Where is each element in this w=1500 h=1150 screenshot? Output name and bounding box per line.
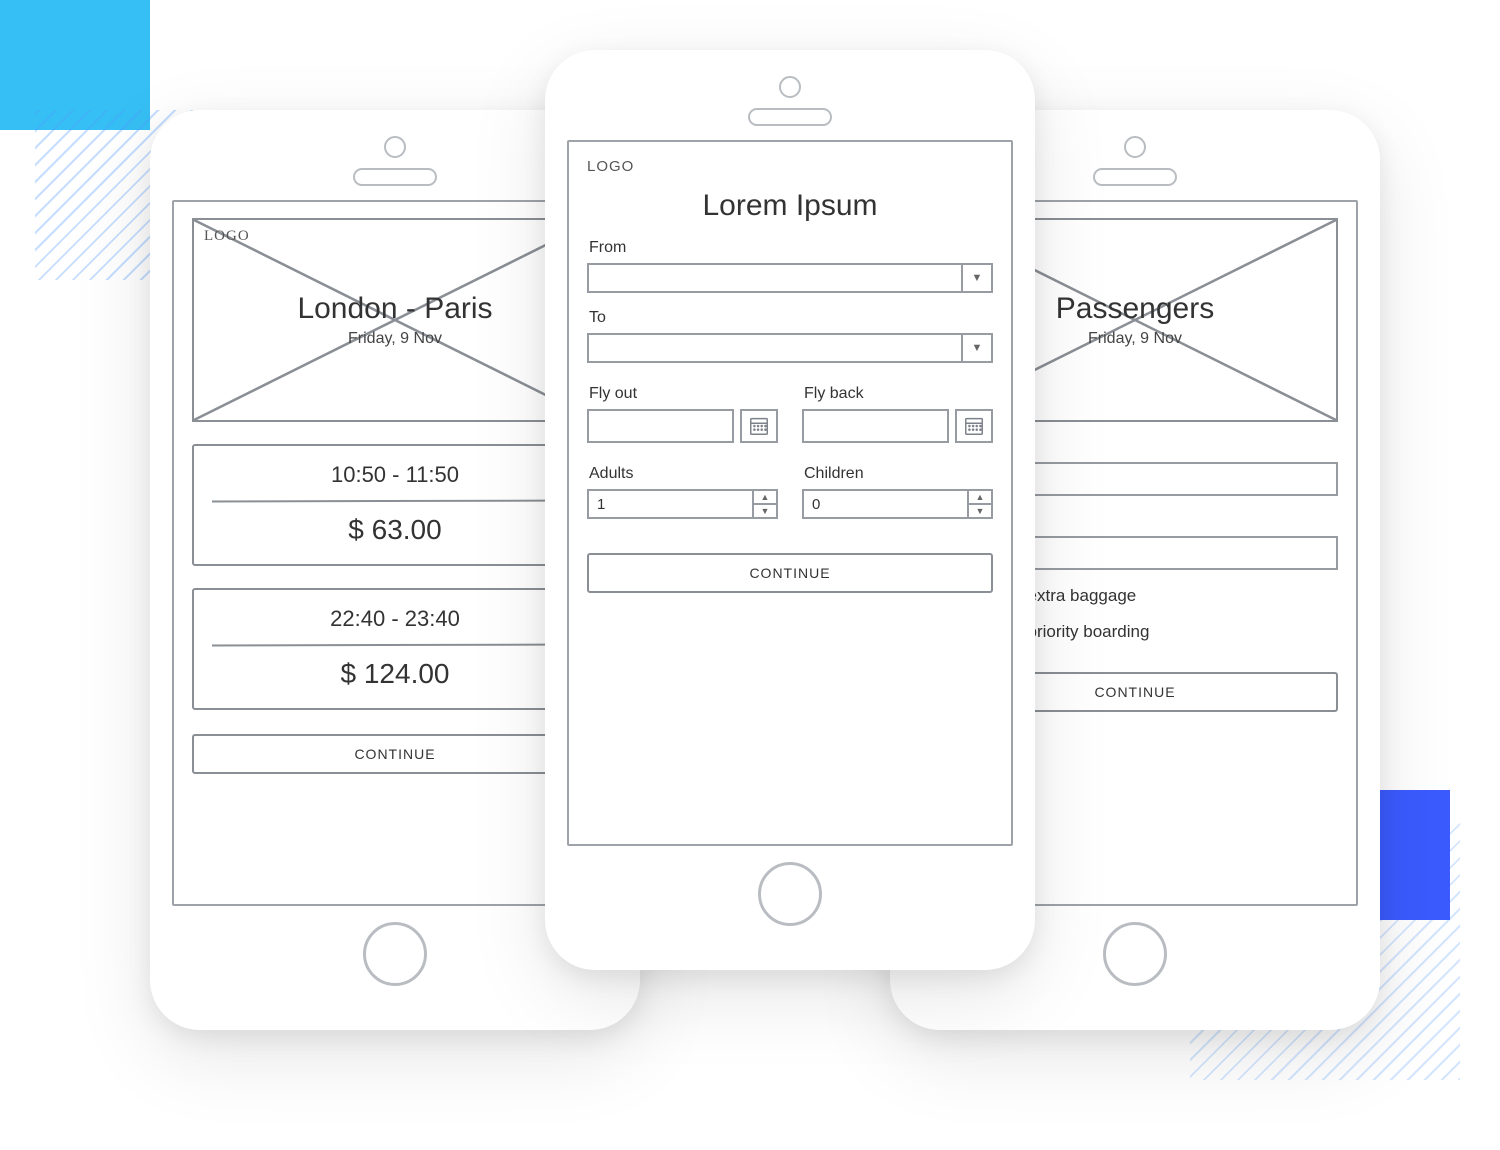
chevron-down-icon: ▼ [961, 333, 993, 363]
flyout-date-field[interactable] [587, 409, 778, 443]
calendar-icon[interactable] [740, 409, 778, 443]
date-subtitle: Friday, 9 Nov [1088, 330, 1182, 348]
device-speaker-icon [353, 168, 437, 186]
chevron-down-icon[interactable]: ▼ [969, 503, 991, 517]
flight-option-1[interactable]: 10:50 - 11:50 $ 63.00 [192, 444, 598, 566]
chevron-up-icon[interactable]: ▲ [969, 491, 991, 503]
calendar-icon[interactable] [955, 409, 993, 443]
flight-option-2[interactable]: 22:40 - 23:40 $ 124.00 [192, 588, 598, 710]
device-speaker-icon [748, 108, 832, 126]
phone-search: LOGO Lorem Ipsum From ▼ To ▼ Fly out [545, 50, 1035, 970]
device-speaker-icon [1093, 168, 1177, 186]
logo-text: LOGO [587, 158, 993, 175]
adults-value: 1 [587, 489, 752, 519]
flight-option-price: $ 63.00 [212, 514, 578, 546]
adults-label: Adults [589, 465, 778, 483]
flight-option-price: $ 124.00 [212, 658, 578, 690]
to-dropdown[interactable]: ▼ [587, 333, 993, 363]
device-camera-icon [779, 76, 801, 98]
flyback-label: Fly back [804, 385, 993, 403]
children-stepper[interactable]: 0 ▲▼ [802, 489, 993, 519]
chevron-down-icon[interactable]: ▼ [754, 503, 776, 517]
header-image-placeholder: LOGO London - Paris Friday, 9 Nov [192, 218, 598, 422]
chevron-down-icon: ▼ [961, 263, 993, 293]
route-title: London - Paris [297, 292, 492, 326]
divider [212, 500, 578, 503]
divider [212, 644, 578, 647]
date-subtitle: Friday, 9 Nov [348, 330, 442, 348]
device-home-button[interactable] [758, 862, 822, 926]
to-label: To [589, 309, 993, 327]
device-camera-icon [1124, 136, 1146, 158]
from-label: From [589, 239, 993, 257]
adults-stepper[interactable]: 1 ▲▼ [587, 489, 778, 519]
passengers-title: Passengers [1056, 292, 1214, 326]
search-title: Lorem Ipsum [587, 189, 993, 223]
children-value: 0 [802, 489, 967, 519]
device-home-button[interactable] [363, 922, 427, 986]
device-home-button[interactable] [1103, 922, 1167, 986]
logo-text: LOGO [204, 228, 250, 245]
continue-button[interactable]: CONTINUE [192, 734, 598, 774]
screen-search: LOGO Lorem Ipsum From ▼ To ▼ Fly out [567, 140, 1013, 846]
flyback-date-field[interactable] [802, 409, 993, 443]
flyout-label: Fly out [589, 385, 778, 403]
continue-button[interactable]: CONTINUE [587, 553, 993, 593]
children-label: Children [804, 465, 993, 483]
from-dropdown[interactable]: ▼ [587, 263, 993, 293]
decor-square-blue [1380, 790, 1450, 920]
device-camera-icon [384, 136, 406, 158]
flight-option-time: 10:50 - 11:50 [212, 462, 578, 488]
flight-option-time: 22:40 - 23:40 [212, 606, 578, 632]
chevron-up-icon[interactable]: ▲ [754, 491, 776, 503]
